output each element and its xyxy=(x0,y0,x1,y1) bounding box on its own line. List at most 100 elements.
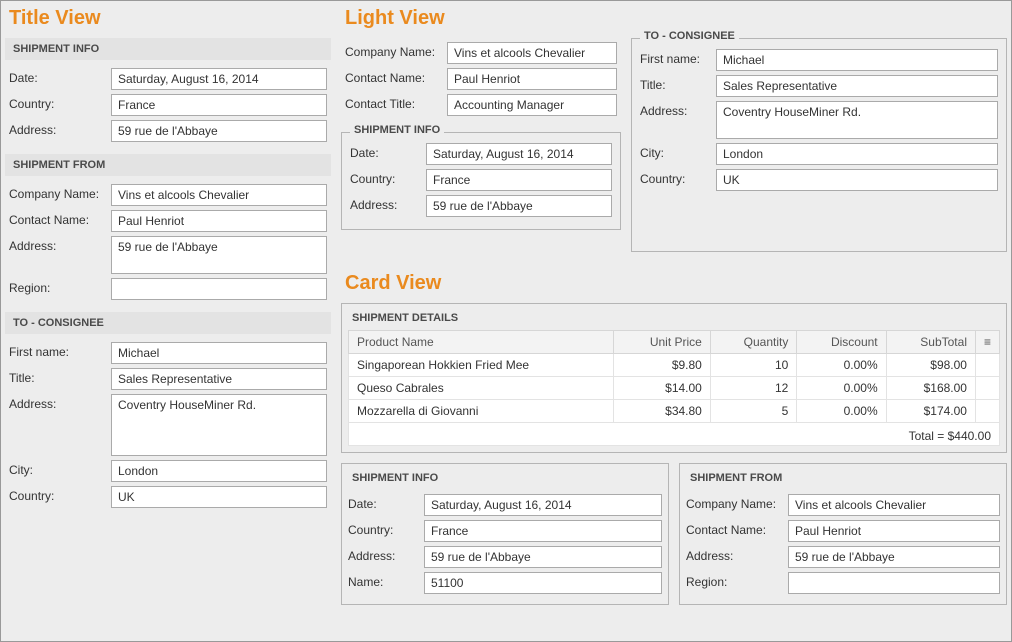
cell-discount[interactable]: 0.00% xyxy=(797,400,886,423)
cell-subtotal[interactable]: $174.00 xyxy=(886,400,975,423)
cv-address-label: Address: xyxy=(348,546,418,563)
country-field[interactable] xyxy=(111,94,327,116)
lv-contact-name-field[interactable] xyxy=(447,68,617,90)
lv-company-name-label: Company Name: xyxy=(345,42,441,59)
cv-address-field[interactable] xyxy=(424,546,662,568)
lv-title-field[interactable] xyxy=(716,75,998,97)
cv-region-field[interactable] xyxy=(788,572,1000,594)
card-shipment-from-panel: SHIPMENT FROM Company Name: Contact Name… xyxy=(679,463,1007,605)
lv-contact-name-label: Contact Name: xyxy=(345,68,441,85)
grid-menu-icon[interactable]: ≡ xyxy=(975,331,999,354)
cv-contact-name-field[interactable] xyxy=(788,520,1000,542)
card-shipment-from-header: SHIPMENT FROM xyxy=(686,470,1000,490)
cell-empty xyxy=(975,377,999,400)
cell-subtotal[interactable]: $168.00 xyxy=(886,377,975,400)
shipment-info-header: SHIPMENT INFO xyxy=(5,38,331,60)
address-textarea[interactable]: 59 rue de l'Abbaye xyxy=(111,236,327,274)
cv-name-field[interactable] xyxy=(424,572,662,594)
date-field[interactable] xyxy=(111,68,327,90)
contact-name-label: Contact Name: xyxy=(9,210,105,227)
to-consignee-header: TO - CONSIGNEE xyxy=(5,312,331,334)
consignee-country-field[interactable] xyxy=(111,486,327,508)
title-view-heading: Title View xyxy=(9,7,331,30)
cv-contact-name-label: Contact Name: xyxy=(686,520,782,537)
consignee-country-label: Country: xyxy=(9,486,105,503)
col-quantity[interactable]: Quantity xyxy=(710,331,797,354)
cv-address-label-2: Address: xyxy=(686,546,782,563)
total-prefix: Total = xyxy=(909,429,948,443)
card-shipment-info-header: SHIPMENT INFO xyxy=(348,470,662,490)
country-label: Country: xyxy=(9,94,105,111)
table-row: Mozzarella di Giovanni $34.80 5 0.00% $1… xyxy=(349,400,1000,423)
cell-unit-price[interactable]: $14.00 xyxy=(614,377,711,400)
title-label: Title: xyxy=(9,368,105,385)
region-label: Region: xyxy=(9,278,105,295)
cell-discount[interactable]: 0.00% xyxy=(797,377,886,400)
lv-contact-title-label: Contact Title: xyxy=(345,94,441,111)
col-unit-price[interactable]: Unit Price xyxy=(614,331,711,354)
card-shipment-info-panel: SHIPMENT INFO Date: Country: Address: Na… xyxy=(341,463,669,605)
lv-country-label: Country: xyxy=(350,169,420,186)
cell-unit-price[interactable]: $34.80 xyxy=(614,400,711,423)
lv-contact-title-field[interactable] xyxy=(447,94,617,116)
right-column: Light View Company Name: Contact Name: C… xyxy=(341,5,1007,637)
consignee-address-label: Address: xyxy=(9,394,105,411)
lv-first-name-field[interactable] xyxy=(716,49,998,71)
city-field[interactable] xyxy=(111,460,327,482)
grid-total-line: Total = $440.00 xyxy=(348,423,1000,446)
lv-city-label: City: xyxy=(640,143,710,160)
cv-region-label: Region: xyxy=(686,572,782,589)
lv-company-name-field[interactable] xyxy=(447,42,617,64)
lv-date-field[interactable] xyxy=(426,143,612,165)
company-name-field[interactable] xyxy=(111,184,327,206)
lv-consignee-legend: TO - CONSIGNEE xyxy=(640,30,739,42)
cv-name-label: Name: xyxy=(348,572,418,589)
first-name-field[interactable] xyxy=(111,342,327,364)
cv-date-label: Date: xyxy=(348,494,418,511)
table-row: Singaporean Hokkien Fried Mee $9.80 10 0… xyxy=(349,354,1000,377)
cell-discount[interactable]: 0.00% xyxy=(797,354,886,377)
cv-country-field[interactable] xyxy=(424,520,662,542)
cell-subtotal[interactable]: $98.00 xyxy=(886,354,975,377)
col-discount[interactable]: Discount xyxy=(797,331,886,354)
lv-consignee-address-textarea[interactable]: Coventry HouseMiner Rd. xyxy=(716,101,998,139)
consignee-address-textarea[interactable]: Coventry HouseMiner Rd. xyxy=(111,394,327,456)
light-view-heading: Light View xyxy=(345,7,1007,30)
address-label-2: Address: xyxy=(9,236,105,253)
col-subtotal[interactable]: SubTotal xyxy=(886,331,975,354)
table-row: Queso Cabrales $14.00 12 0.00% $168.00 xyxy=(349,377,1000,400)
lv-country-field[interactable] xyxy=(426,169,612,191)
cv-company-name-label: Company Name: xyxy=(686,494,782,511)
card-view-heading: Card View xyxy=(345,272,1007,295)
cell-unit-price[interactable]: $9.80 xyxy=(614,354,711,377)
cell-qty[interactable]: 10 xyxy=(710,354,797,377)
cv-date-field[interactable] xyxy=(424,494,662,516)
company-name-label: Company Name: xyxy=(9,184,105,201)
lv-address-label: Address: xyxy=(350,195,420,212)
lv-address-field[interactable] xyxy=(426,195,612,217)
cv-sf-address-field[interactable] xyxy=(788,546,1000,568)
shipment-details-table: Product Name Unit Price Quantity Discoun… xyxy=(348,330,1000,423)
first-name-label: First name: xyxy=(9,342,105,359)
lv-consignee-country-field[interactable] xyxy=(716,169,998,191)
cell-product[interactable]: Mozzarella di Giovanni xyxy=(349,400,614,423)
cv-company-name-field[interactable] xyxy=(788,494,1000,516)
cell-product[interactable]: Queso Cabrales xyxy=(349,377,614,400)
date-label: Date: xyxy=(9,68,105,85)
title-field[interactable] xyxy=(111,368,327,390)
cell-qty[interactable]: 5 xyxy=(710,400,797,423)
lv-date-label: Date: xyxy=(350,143,420,160)
lv-title-label: Title: xyxy=(640,75,710,92)
cell-empty xyxy=(975,400,999,423)
cv-country-label: Country: xyxy=(348,520,418,537)
cell-product[interactable]: Singaporean Hokkien Fried Mee xyxy=(349,354,614,377)
cell-qty[interactable]: 12 xyxy=(710,377,797,400)
lv-first-name-label: First name: xyxy=(640,49,710,66)
lv-city-field[interactable] xyxy=(716,143,998,165)
app-frame: Title View SHIPMENT INFO Date: Country: … xyxy=(0,0,1012,642)
address-label: Address: xyxy=(9,120,105,137)
col-product-name[interactable]: Product Name xyxy=(349,331,614,354)
address-field[interactable] xyxy=(111,120,327,142)
region-field[interactable] xyxy=(111,278,327,300)
contact-name-field[interactable] xyxy=(111,210,327,232)
